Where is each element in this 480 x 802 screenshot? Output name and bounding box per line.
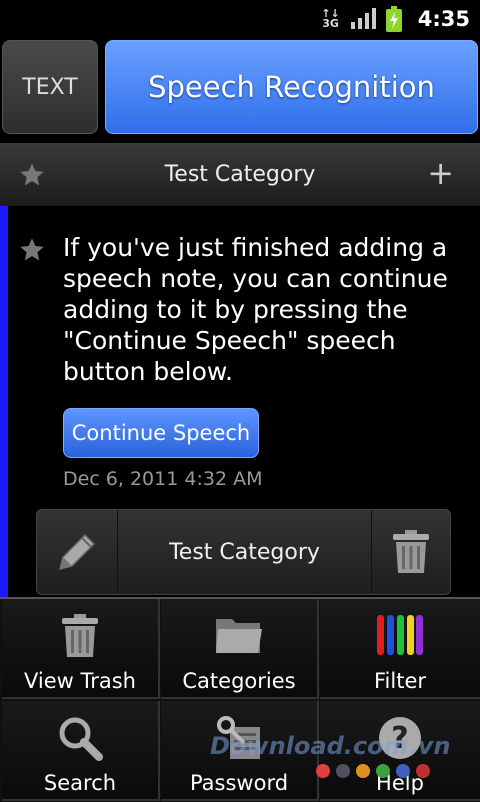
color-bars-icon xyxy=(377,615,423,655)
trash-icon xyxy=(62,614,98,657)
text-mode-button[interactable]: TEXT xyxy=(2,40,98,134)
note-category[interactable]: Test Category xyxy=(117,510,372,594)
note-accent-bar xyxy=(0,206,8,598)
signal-icon xyxy=(350,8,376,29)
note-item[interactable]: If you've just finished adding a speech … xyxy=(0,206,480,598)
clock: 4:35 xyxy=(417,7,470,31)
note-date: Dec 6, 2011 4:32 AM xyxy=(63,468,263,490)
network-label: 3G xyxy=(322,17,339,30)
network-type-icon: ↑↓ 3G xyxy=(321,7,340,30)
pencil-icon xyxy=(58,533,96,571)
menu-item-filter[interactable]: Filter xyxy=(320,599,480,699)
status-bar: ↑↓ 3G 4:35 xyxy=(0,0,480,38)
menu-item-label: Categories xyxy=(182,669,296,693)
menu-item-label: Password xyxy=(189,771,289,795)
mode-bar: TEXT Speech Recognition xyxy=(0,38,480,138)
edit-note-button[interactable] xyxy=(37,510,118,594)
category-bar: Test Category + xyxy=(0,143,480,206)
watermark-dots xyxy=(316,764,430,778)
menu-item-search[interactable]: Search xyxy=(2,701,160,801)
watermark-logo: Download.com.vn xyxy=(210,732,451,760)
star-icon[interactable] xyxy=(18,161,46,189)
menu-item-label: View Trash xyxy=(23,669,136,693)
trash-icon xyxy=(393,530,429,573)
note-body: If you've just finished adding a speech … xyxy=(63,233,448,386)
add-category-button[interactable]: + xyxy=(427,155,454,191)
menu-item-label: Filter xyxy=(373,669,426,693)
battery-charging-icon xyxy=(385,6,402,32)
note-action-bar: Test Category xyxy=(36,509,451,595)
category-title[interactable]: Test Category xyxy=(0,162,480,187)
magnifier-icon xyxy=(59,717,103,761)
menu-item-categories[interactable]: Categories xyxy=(161,599,319,699)
star-icon[interactable] xyxy=(18,236,46,264)
continue-speech-button[interactable]: Continue Speech xyxy=(63,408,259,458)
speech-recognition-button[interactable]: Speech Recognition xyxy=(105,40,478,134)
delete-note-button[interactable] xyxy=(371,510,450,594)
folder-icon xyxy=(216,619,262,653)
menu-item-label: Search xyxy=(43,771,117,795)
menu-item-view-trash[interactable]: View Trash xyxy=(2,599,160,699)
